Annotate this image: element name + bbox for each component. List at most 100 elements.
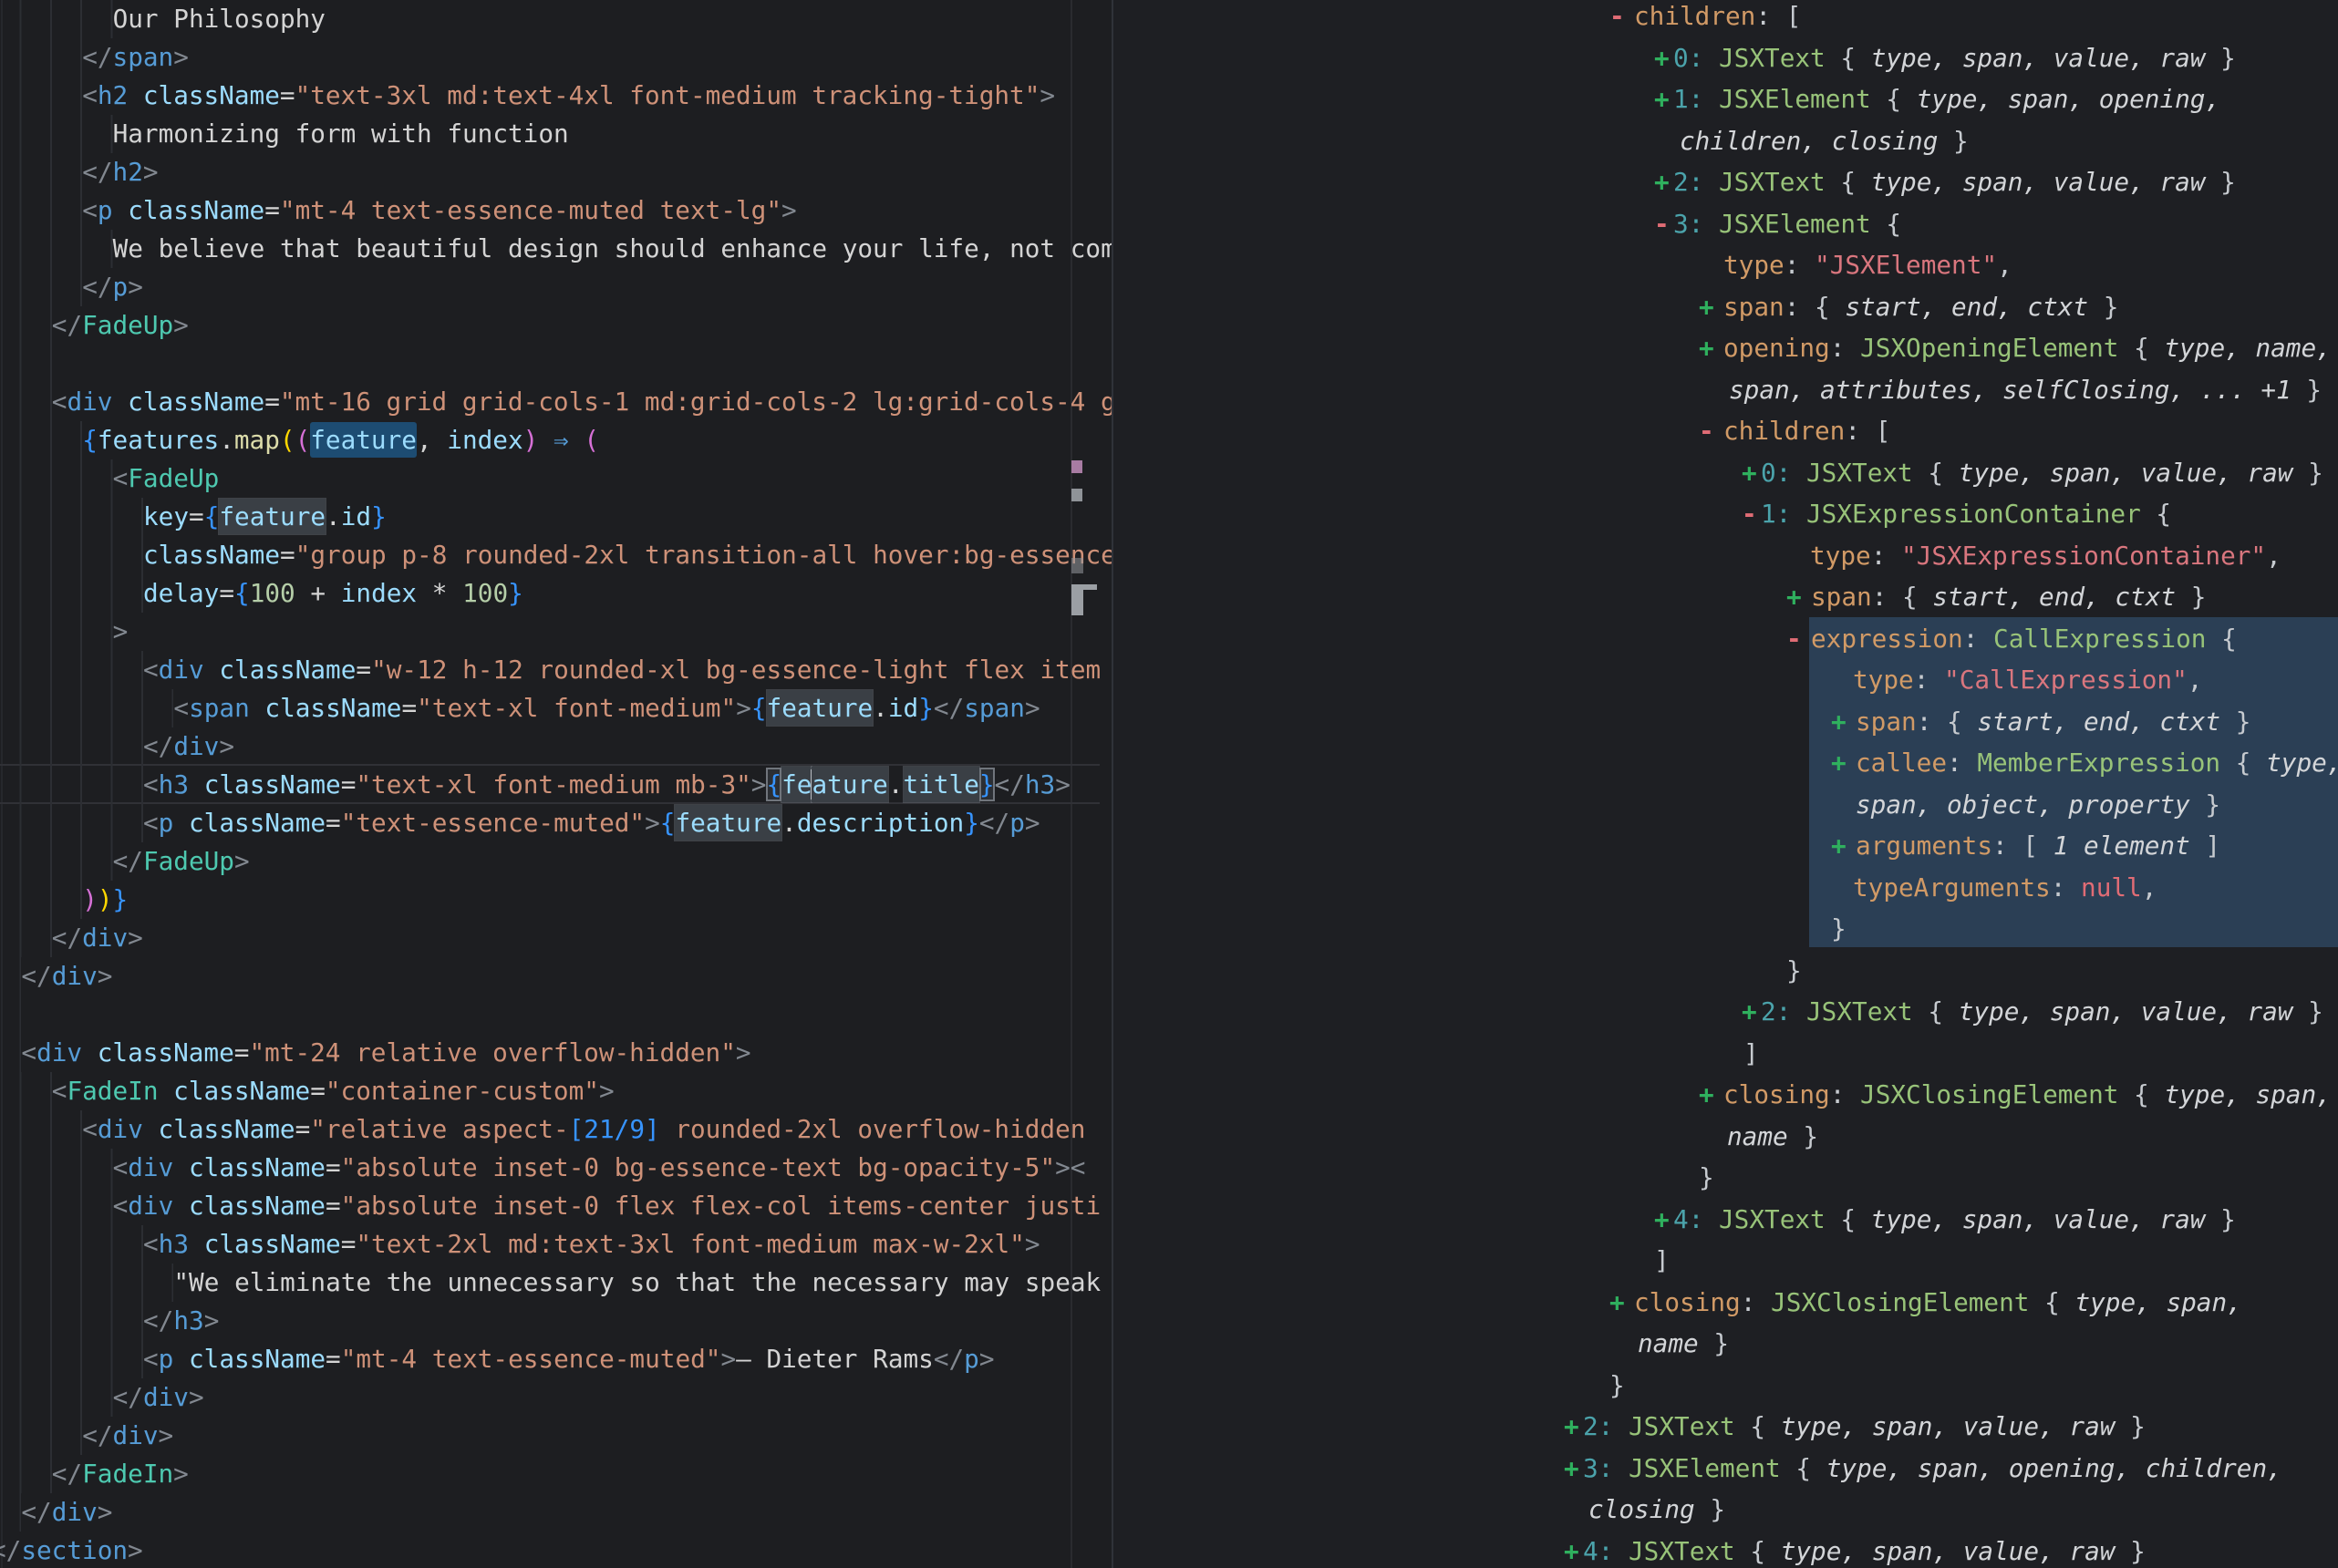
ast-row[interactable]: +closing: JSXClosingElement { type, span… [1112, 1282, 2338, 1324]
ast-row[interactable]: +span: { start, end, ctxt } [1112, 286, 2338, 328]
expand-toggle-icon[interactable]: + [1654, 1199, 1673, 1241]
code-line[interactable]: delay={100 + index * 100} [0, 574, 1112, 613]
code-line[interactable]: </div> [0, 1378, 1112, 1417]
code-line[interactable]: </section> [0, 1532, 1112, 1568]
code-line[interactable]: <div className="absolute inset-0 bg-esse… [0, 1149, 1112, 1187]
expand-toggle-icon[interactable]: + [1742, 452, 1761, 494]
ast-row[interactable]: name } [1112, 1323, 2338, 1365]
code-line[interactable]: <span className="text-xl font-medium">{f… [0, 689, 1112, 727]
code-line[interactable]: <div className="relative aspect-[21/9] r… [0, 1110, 1112, 1149]
code-line[interactable]: </span> [0, 38, 1112, 77]
ast-row[interactable]: type: "JSXExpressionContainer", [1112, 535, 2338, 577]
code-line[interactable]: </div> [0, 1493, 1112, 1532]
code-line[interactable]: </div> [0, 727, 1112, 766]
ast-row[interactable]: +closing: JSXClosingElement { type, span… [1112, 1074, 2338, 1116]
expand-toggle-icon[interactable]: + [1699, 1074, 1723, 1116]
ast-row[interactable]: -1: JSXExpressionContainer { [1112, 493, 2338, 535]
expand-toggle-icon[interactable]: + [1564, 1406, 1583, 1448]
ast-row[interactable]: +1: JSXElement { type, span, opening, [1112, 78, 2338, 120]
code-line[interactable]: <div className="mt-24 relative overflow-… [0, 1034, 1112, 1072]
code-line[interactable]: <h3 className="text-2xl md:text-3xl font… [0, 1225, 1112, 1264]
ast-row[interactable]: span, object, property } [1112, 784, 2338, 826]
ast-row[interactable]: +2: JSXText { type, span, value, raw } [1112, 1406, 2338, 1448]
collapse-toggle-icon[interactable]: - [1654, 203, 1673, 245]
code-line[interactable]: </div> [0, 1417, 1112, 1455]
ast-row[interactable]: +span: { start, end, ctxt } [1112, 701, 2338, 743]
expand-toggle-icon[interactable]: + [1742, 991, 1761, 1033]
ast-row[interactable]: +span: { start, end, ctxt } [1112, 576, 2338, 618]
ast-row[interactable]: +0: JSXText { type, span, value, raw } [1112, 452, 2338, 494]
ast-row[interactable]: name } [1112, 1116, 2338, 1158]
ast-row[interactable]: +opening: JSXOpeningElement { type, name… [1112, 327, 2338, 369]
ast-tree-pane[interactable]: -children: [+0: JSXText { type, span, va… [1112, 0, 2338, 1568]
code-line[interactable]: <p className="text-essence-muted">{featu… [0, 804, 1112, 842]
ast-row[interactable]: ] [1112, 1240, 2338, 1282]
collapse-toggle-icon[interactable]: - [1742, 493, 1761, 535]
ast-row[interactable]: +4: JSXText { type, span, value, raw } [1112, 1199, 2338, 1241]
code-line[interactable]: key={feature.id} [0, 498, 1112, 536]
code-line[interactable]: <div className="w-12 h-12 rounded-xl bg-… [0, 651, 1112, 689]
expand-toggle-icon[interactable]: + [1654, 78, 1673, 120]
ast-row[interactable]: -children: [ [1112, 410, 2338, 452]
code-line[interactable]: <h2 className="text-3xl md:text-4xl font… [0, 77, 1112, 115]
collapse-toggle-icon[interactable]: - [1609, 0, 1634, 37]
ast-row[interactable]: -3: JSXElement { [1112, 203, 2338, 245]
code-line[interactable]: Our Philosophy [0, 0, 1112, 38]
expand-toggle-icon[interactable]: + [1654, 161, 1673, 203]
ast-row[interactable]: } [1112, 908, 2338, 950]
code-line[interactable]: > [0, 613, 1112, 651]
code-line[interactable] [0, 345, 1112, 383]
code-line[interactable]: className="group p-8 rounded-2xl transit… [0, 536, 1112, 574]
code-editor-pane[interactable]: Our Philosophy</span><h2 className="text… [0, 0, 1112, 1568]
ast-row[interactable]: children, closing } [1112, 120, 2338, 162]
code-line[interactable]: </div> [0, 919, 1112, 957]
ast-row[interactable]: } [1112, 1157, 2338, 1199]
ast-row[interactable]: span, attributes, selfClosing, ... +1 } [1112, 369, 2338, 411]
code-line[interactable]: <div className="mt-16 grid grid-cols-1 m… [0, 383, 1112, 421]
code-line[interactable]: </h2> [0, 153, 1112, 191]
collapse-toggle-icon[interactable]: - [1786, 618, 1811, 660]
ast-row[interactable]: } [1112, 950, 2338, 992]
ast-row[interactable]: type: "CallExpression", [1112, 659, 2338, 701]
code-line[interactable]: <FadeIn className="container-custom"> [0, 1072, 1112, 1110]
code-line[interactable]: <FadeUp [0, 459, 1112, 498]
ast-row[interactable]: +callee: MemberExpression { type, [1112, 742, 2338, 784]
code-line[interactable]: <p className="mt-4 text-essence-muted">—… [0, 1340, 1112, 1378]
expand-toggle-icon[interactable]: + [1831, 742, 1856, 784]
code-line[interactable]: <div className="absolute inset-0 flex fl… [0, 1187, 1112, 1225]
ast-row[interactable]: +arguments: [ 1 element ] [1112, 825, 2338, 867]
expand-toggle-icon[interactable]: + [1831, 701, 1856, 743]
code-line[interactable]: </p> [0, 268, 1112, 306]
code-line[interactable]: </FadeUp> [0, 306, 1112, 345]
code-line[interactable]: </div> [0, 957, 1112, 995]
ast-row[interactable]: -children: [ [1112, 0, 2338, 37]
ast-row[interactable]: ] [1112, 1033, 2338, 1075]
pane-divider[interactable] [1112, 0, 1113, 1568]
ast-row[interactable]: +2: JSXText { type, span, value, raw } [1112, 161, 2338, 203]
code-line[interactable]: "We eliminate the unnecessary so that th… [0, 1264, 1112, 1302]
ast-row[interactable]: typeArguments: null, [1112, 867, 2338, 909]
code-line[interactable]: Harmonizing form with function [0, 115, 1112, 153]
code-line[interactable]: {features.map((feature, index) ⇒ ( [0, 421, 1112, 459]
expand-toggle-icon[interactable]: + [1831, 825, 1856, 867]
expand-toggle-icon[interactable]: + [1699, 286, 1723, 328]
expand-toggle-icon[interactable]: + [1609, 1282, 1634, 1324]
code-line[interactable]: </h3> [0, 1302, 1112, 1340]
ast-row[interactable]: } [1112, 1365, 2338, 1407]
ast-row[interactable]: +3: JSXElement { type, span, opening, ch… [1112, 1448, 2338, 1490]
ast-row[interactable]: +0: JSXText { type, span, value, raw } [1112, 37, 2338, 79]
expand-toggle-icon[interactable]: + [1654, 37, 1673, 79]
code-line[interactable]: <h3 className="text-xl font-medium mb-3"… [0, 766, 1112, 804]
ast-row[interactable]: type: "JSXElement", [1112, 244, 2338, 286]
code-line[interactable]: </FadeUp> [0, 842, 1112, 881]
code-line[interactable]: We believe that beautiful design should … [0, 230, 1112, 268]
expand-toggle-icon[interactable]: + [1786, 576, 1811, 618]
ast-row[interactable]: +2: JSXText { type, span, value, raw } [1112, 991, 2338, 1033]
collapse-toggle-icon[interactable]: - [1699, 410, 1723, 452]
expand-toggle-icon[interactable]: + [1564, 1448, 1583, 1490]
code-line[interactable]: </FadeIn> [0, 1455, 1112, 1493]
code-line[interactable] [0, 995, 1112, 1034]
code-line[interactable]: ))} [0, 881, 1112, 919]
expand-toggle-icon[interactable]: + [1699, 327, 1723, 369]
ast-row[interactable]: -expression: CallExpression { [1112, 618, 2338, 660]
